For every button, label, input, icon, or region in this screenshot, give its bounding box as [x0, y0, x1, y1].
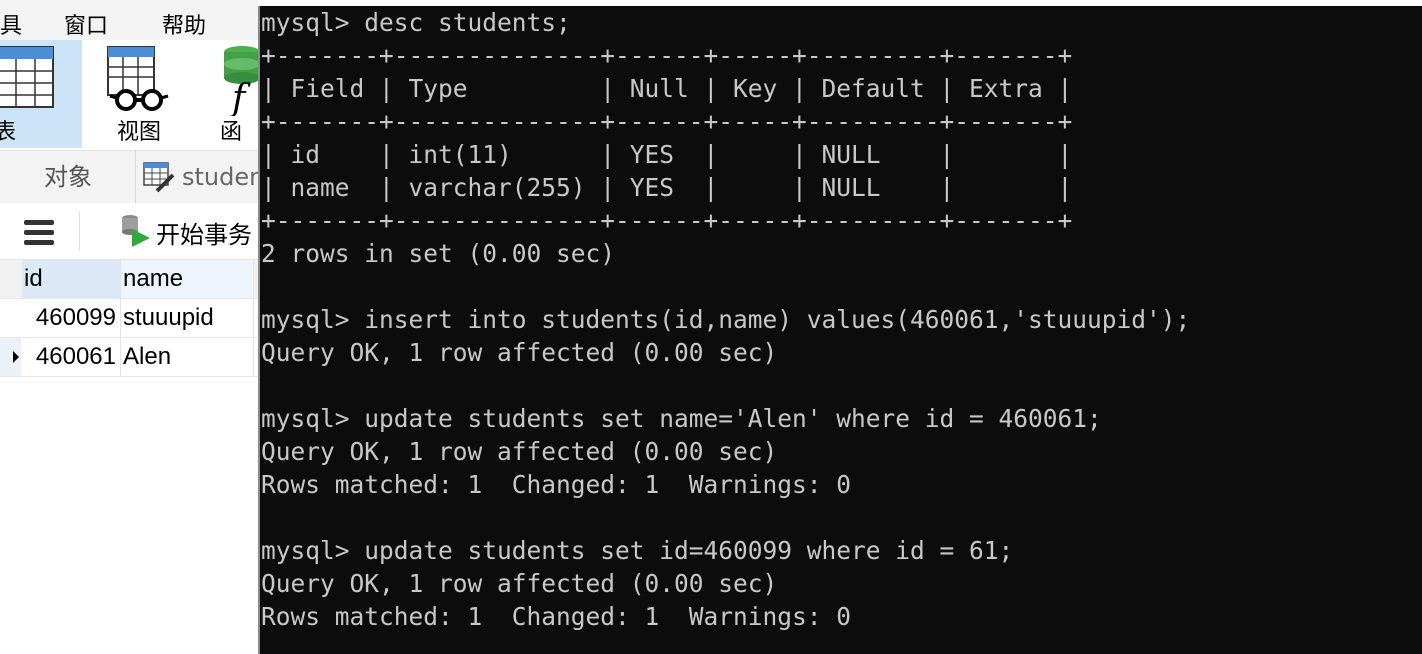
terminal-line: | id | int(11) | YES | | NULL | | [261, 140, 1073, 169]
toolbar-divider [79, 211, 80, 251]
view-icon [107, 46, 169, 111]
function-icon: f [224, 46, 258, 116]
terminal-line: +-------+--------------+------+-----+---… [261, 41, 1073, 70]
cell-name[interactable]: Alen [121, 338, 254, 376]
toolbar: 表 视图 f 函 [0, 40, 258, 148]
function-tool-button[interactable]: f 函 [220, 40, 258, 148]
terminal-line: Query OK, 1 row affected (0.00 sec) [261, 437, 778, 466]
begin-transaction-button[interactable]: 开始事务 [120, 203, 258, 259]
cell-id[interactable]: 460099 [22, 299, 121, 337]
table-tool-label: 表 [0, 120, 16, 145]
table-tool-button[interactable]: 表 [0, 40, 82, 148]
mysql-terminal[interactable]: mysql> desc students; +-------+----------… [258, 6, 1422, 654]
cell-name[interactable]: stuuupid [121, 299, 254, 337]
menu-window[interactable]: 窗口 [64, 8, 108, 40]
function-tool-label: 函 [219, 120, 242, 145]
table-row[interactable]: 460099 stuuupid [0, 299, 258, 338]
menu-help[interactable]: 帮助 [162, 8, 206, 40]
column-header-id[interactable]: id [22, 260, 121, 298]
begin-transaction-label: 开始事务 [156, 221, 252, 249]
table-row[interactable]: 460061 Alen [0, 338, 258, 377]
terminal-line: +-------+--------------+------+-----+---… [261, 107, 1073, 136]
view-tool-button[interactable]: 视图 [98, 40, 180, 148]
svg-text:f: f [229, 78, 251, 116]
current-row-indicator [0, 338, 21, 376]
terminal-line: Rows matched: 1 Changed: 1 Warnings: 0 [261, 470, 852, 499]
view-tool-label: 视图 [116, 120, 161, 145]
terminal-line: Query OK, 1 row affected (0.00 sec) [261, 569, 778, 598]
table-icon [0, 46, 54, 108]
terminal-line: mysql> desc students; [261, 8, 571, 37]
table-edit-icon [143, 162, 175, 193]
terminal-line: Rows matched: 1 Changed: 1 Warnings: 0 [261, 602, 852, 631]
grid-header-row: id name [0, 260, 258, 299]
terminal-line: 2 rows in set (0.00 sec) [261, 239, 616, 268]
terminal-line: +-------+--------------+------+-----+---… [261, 206, 1073, 235]
tab-objects[interactable]: 对象 [44, 151, 92, 203]
menu-tools[interactable]: 具 [0, 8, 22, 40]
action-bar: 开始事务 [0, 203, 258, 260]
terminal-line: mysql> insert into students(id,name) val… [261, 305, 1191, 334]
menu-bar: 具 窗口 帮助 [0, 0, 258, 40]
begin-transaction-icon [122, 215, 150, 247]
cell-id[interactable]: 460061 [22, 338, 121, 376]
row-pointer-icon [13, 351, 19, 363]
terminal-output: mysql> desc students; +-------+----------… [260, 6, 1422, 633]
navicat-panel: 具 窗口 帮助 表 视图 f 函 对象 studen 开始事务 id name … [0, 0, 258, 654]
terminal-line: mysql> update students set id=460099 whe… [261, 536, 1014, 565]
terminal-line: Query OK, 1 row affected (0.00 sec) [261, 338, 778, 367]
tab-students-table[interactable]: studen [182, 151, 258, 203]
hamburger-menu-icon[interactable] [24, 218, 54, 246]
tab-divider [135, 151, 136, 203]
object-tab-bar: 对象 studen [0, 150, 258, 204]
terminal-line: mysql> update students set name='Alen' w… [261, 404, 1102, 433]
terminal-line: | Field | Type | Null | Key | Default | … [261, 74, 1073, 103]
terminal-line: | name | varchar(255) | YES | | NULL | | [261, 173, 1073, 202]
data-grid: id name 460099 stuuupid 460061 Alen [0, 260, 258, 377]
column-header-name[interactable]: name [121, 260, 254, 298]
